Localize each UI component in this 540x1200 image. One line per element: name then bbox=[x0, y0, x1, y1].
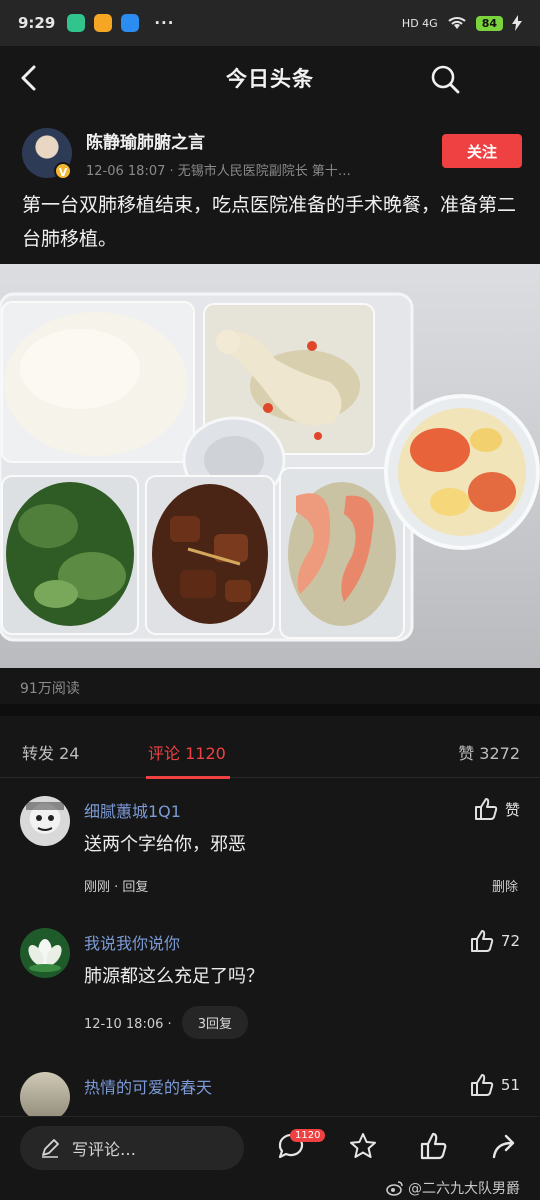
like-count: 51 bbox=[500, 1076, 520, 1094]
verified-badge-icon: V bbox=[54, 162, 72, 180]
status-bar: 9:29 ··· HD 4G 84 bbox=[0, 0, 540, 46]
thumbs-up-icon bbox=[470, 1074, 494, 1096]
meme-face-icon bbox=[26, 802, 64, 831]
thumbs-up-icon bbox=[470, 930, 494, 952]
comment-username[interactable]: 我说我你说你 bbox=[84, 930, 180, 954]
comment-avatar[interactable] bbox=[20, 928, 70, 978]
like-icon[interactable] bbox=[418, 1131, 448, 1161]
weibo-watermark: @二六九大队男爵 bbox=[386, 1178, 520, 1198]
comment-username[interactable]: 热情的可爱的春天 bbox=[84, 1074, 212, 1098]
active-tab-indicator bbox=[146, 776, 230, 779]
search-icon[interactable] bbox=[430, 64, 460, 94]
share-arrow-icon[interactable] bbox=[490, 1131, 520, 1161]
meal-tray-image bbox=[0, 292, 540, 642]
lotus-icon bbox=[28, 939, 62, 972]
charging-icon bbox=[512, 15, 522, 31]
comment-item: 细腻蕙城1Q1 送两个字给你，邪恶 赞 刚刚 · 回复 删除 bbox=[0, 796, 540, 906]
more-notifications-icon: ··· bbox=[154, 14, 175, 32]
status-time: 9:29 bbox=[18, 14, 56, 32]
comment-time-reply[interactable]: 刚刚 · 回复 bbox=[84, 876, 148, 895]
engagement-tabs: 转发 24 评论 1120 赞 3272 bbox=[0, 716, 540, 779]
write-comment-placeholder: 写评论… bbox=[72, 1140, 137, 1159]
tab-likes[interactable]: 赞 3272 bbox=[458, 740, 520, 764]
read-count: 91万阅读 bbox=[20, 681, 80, 697]
comment-username[interactable]: 细腻蕙城1Q1 bbox=[84, 798, 181, 822]
battery-indicator: 84 bbox=[475, 15, 503, 31]
app-upload-icon bbox=[121, 14, 140, 32]
network-indicator: HD 4G bbox=[401, 16, 438, 30]
app-notes-icon bbox=[94, 14, 113, 32]
comment-avatar[interactable] bbox=[20, 1072, 70, 1116]
app-title: 今日头条 bbox=[226, 67, 314, 91]
tab-comments[interactable]: 评论 1120 bbox=[148, 740, 226, 764]
favorite-star-icon[interactable] bbox=[348, 1131, 378, 1161]
comment-meta: 12-10 18:06 · 3回复 bbox=[84, 1006, 249, 1039]
comment-text: 送两个字给你，邪恶 bbox=[84, 834, 246, 855]
wifi-icon bbox=[448, 17, 466, 29]
author-name[interactable]: 陈静瑜肺腑之言 bbox=[86, 128, 205, 153]
tab-repost[interactable]: 转发 24 bbox=[22, 740, 79, 764]
post-photo[interactable] bbox=[0, 264, 540, 668]
weibo-logo-icon bbox=[386, 1181, 403, 1196]
author-row: V 陈静瑜肺腑之言 12-06 18:07 · 无锡市人民医院副院长 第十… 关… bbox=[0, 118, 540, 188]
comment-like-button[interactable]: 赞 bbox=[473, 796, 520, 822]
back-arrow-icon[interactable] bbox=[16, 64, 44, 92]
app-shield-icon bbox=[67, 14, 86, 32]
comment-item: 热情的可爱的春天 51 bbox=[0, 1072, 540, 1116]
post-text: 第一台双肺移植结束，吃点医院准备的手术晚餐，准备第二台肺移植。 bbox=[22, 194, 517, 250]
like-count: 72 bbox=[500, 932, 520, 950]
post-meta: 12-06 18:07 · 无锡市人民医院副院长 第十… bbox=[86, 164, 351, 179]
thumbs-up-icon bbox=[474, 798, 498, 820]
follow-button[interactable]: 关注 bbox=[442, 134, 522, 168]
comment-item: 我说我你说你 肺源都这么充足了吗？ 72 12-10 18:06 · 3回复 bbox=[0, 928, 540, 1048]
section-divider bbox=[0, 704, 540, 716]
comment-like-button[interactable]: 51 bbox=[469, 1072, 520, 1098]
reply-count-button[interactable]: 3回复 bbox=[181, 1006, 249, 1039]
watermark-text: @二六九大队男爵 bbox=[408, 1181, 520, 1197]
delete-button[interactable]: 删除 bbox=[492, 876, 518, 895]
like-label: 赞 bbox=[504, 800, 520, 819]
comment-like-button[interactable]: 72 bbox=[469, 928, 520, 954]
write-comment-input[interactable]: 写评论… bbox=[20, 1126, 244, 1170]
comment-text: 肺源都这么充足了吗？ bbox=[84, 966, 264, 987]
comment-time: 12-10 18:06 · bbox=[84, 1017, 172, 1032]
comment-avatar[interactable] bbox=[20, 796, 70, 846]
pen-icon bbox=[42, 1139, 59, 1158]
top-nav: 今日头条 bbox=[0, 46, 540, 110]
comment-count-badge: 1120 bbox=[290, 1129, 326, 1142]
bottom-action-bar: 写评论… 1120 bbox=[0, 1116, 540, 1176]
